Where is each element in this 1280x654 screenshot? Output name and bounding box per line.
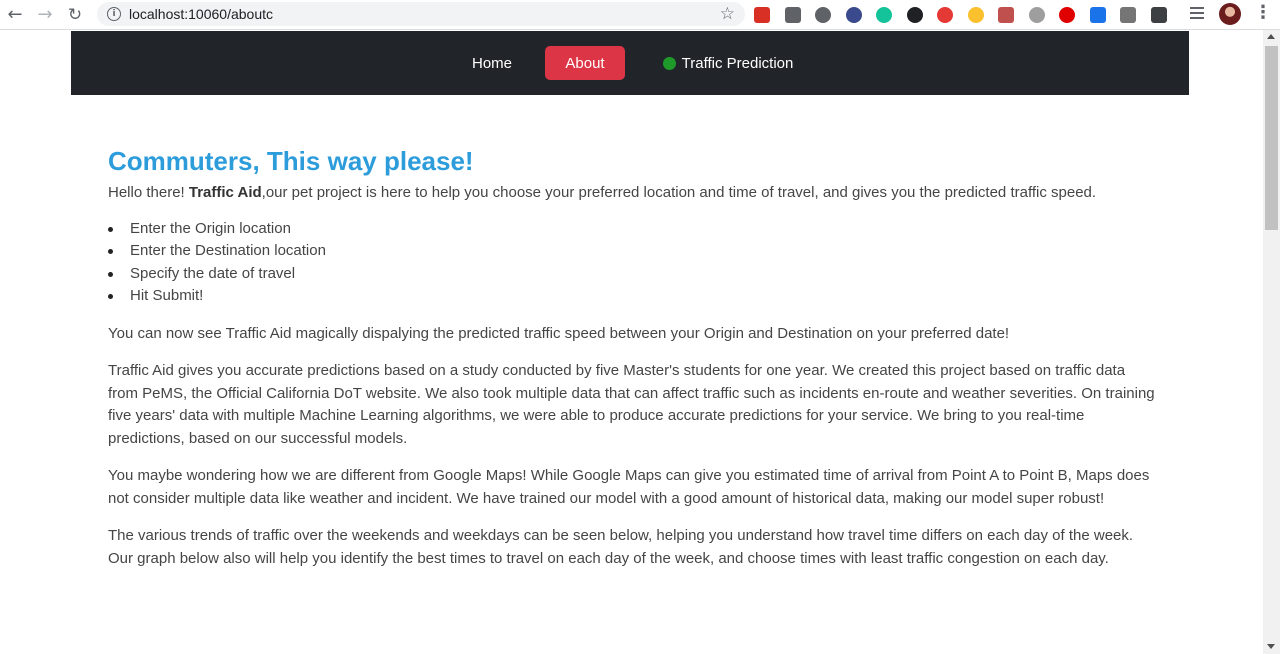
scroll-up-arrow-icon[interactable] bbox=[1267, 34, 1275, 39]
list-item: Hit Submit! bbox=[108, 285, 1158, 308]
browser-toolbar: ← → ↻ i localhost:10060/aboutc ☆ ⋮ bbox=[0, 0, 1280, 30]
extension-cube-icon[interactable] bbox=[1120, 7, 1136, 23]
opera-icon[interactable] bbox=[1059, 7, 1075, 23]
extension-emoji-icon[interactable] bbox=[967, 7, 984, 23]
extension-red-icon[interactable] bbox=[754, 7, 770, 23]
scroll-down-arrow-icon[interactable] bbox=[1267, 644, 1275, 649]
status-dot-icon bbox=[662, 56, 676, 70]
list-item: Enter the Origin location bbox=[108, 218, 1158, 241]
address-bar[interactable]: i localhost:10060/aboutc ☆ bbox=[97, 2, 745, 26]
list-item: Specify the date of travel bbox=[108, 263, 1158, 286]
page-scrollbar[interactable] bbox=[1263, 30, 1280, 654]
list-item: Enter the Destination location bbox=[108, 240, 1158, 263]
intro-paragraph: Hello there! Traffic Aid,our pet project… bbox=[108, 182, 1158, 205]
back-arrow-icon[interactable]: ← bbox=[5, 5, 25, 25]
browser-menu-icon[interactable]: ⋮ bbox=[1254, 4, 1272, 22]
media-queue-icon[interactable] bbox=[1190, 7, 1204, 21]
extension-bubble-icon[interactable] bbox=[906, 7, 923, 23]
info-icon[interactable]: i bbox=[107, 7, 121, 21]
about-content: Commuters, This way please! Hello there!… bbox=[108, 145, 1158, 585]
scroll-thumb[interactable] bbox=[1265, 46, 1278, 230]
intro-brand: Traffic Aid bbox=[188, 184, 262, 201]
intro-suffix: ,our pet project is here to help you cho… bbox=[261, 184, 1097, 201]
extension-off-icon[interactable] bbox=[1150, 7, 1167, 23]
grammarly-icon[interactable] bbox=[876, 7, 892, 23]
nav-about-link[interactable]: About bbox=[545, 46, 625, 80]
nav-traffic-label: Traffic Prediction bbox=[681, 54, 794, 72]
extensions-bar bbox=[754, 5, 1181, 25]
reload-icon[interactable]: ↻ bbox=[65, 5, 85, 25]
extension-circle-icon[interactable] bbox=[815, 7, 831, 23]
paragraph-comparison: You maybe wondering how we are different… bbox=[108, 467, 1150, 507]
extension-pdf-icon[interactable] bbox=[998, 7, 1014, 23]
intro-prefix: Hello there! bbox=[108, 184, 189, 201]
site-navbar: Home About Traffic Prediction bbox=[71, 31, 1189, 95]
nav-home-link[interactable]: Home bbox=[457, 46, 527, 80]
paragraph-result: You can now see Traffic Aid magically di… bbox=[108, 324, 1010, 342]
extension-timer-icon[interactable] bbox=[937, 7, 953, 23]
extension-shield-icon[interactable] bbox=[845, 7, 862, 23]
extension-cloud-icon[interactable] bbox=[1028, 7, 1045, 23]
profile-avatar[interactable] bbox=[1219, 3, 1241, 25]
paragraph-trends: The various trends of traffic over the w… bbox=[108, 527, 1134, 567]
extension-blue-icon[interactable] bbox=[1089, 7, 1106, 23]
page-title: Commuters, This way please! bbox=[108, 146, 474, 176]
url-text[interactable]: localhost:10060/aboutc bbox=[129, 6, 273, 22]
extension-pocket-icon[interactable] bbox=[784, 7, 801, 23]
forward-arrow-icon[interactable]: → bbox=[35, 5, 55, 25]
nav-traffic-prediction-link[interactable]: Traffic Prediction bbox=[658, 46, 798, 80]
bookmark-star-icon[interactable]: ☆ bbox=[720, 4, 735, 24]
steps-list: Enter the Origin location Enter the Dest… bbox=[108, 218, 1158, 308]
nav-about-label: About bbox=[565, 54, 605, 72]
paragraph-accuracy: Traffic Aid gives you accurate predictio… bbox=[108, 362, 1155, 447]
